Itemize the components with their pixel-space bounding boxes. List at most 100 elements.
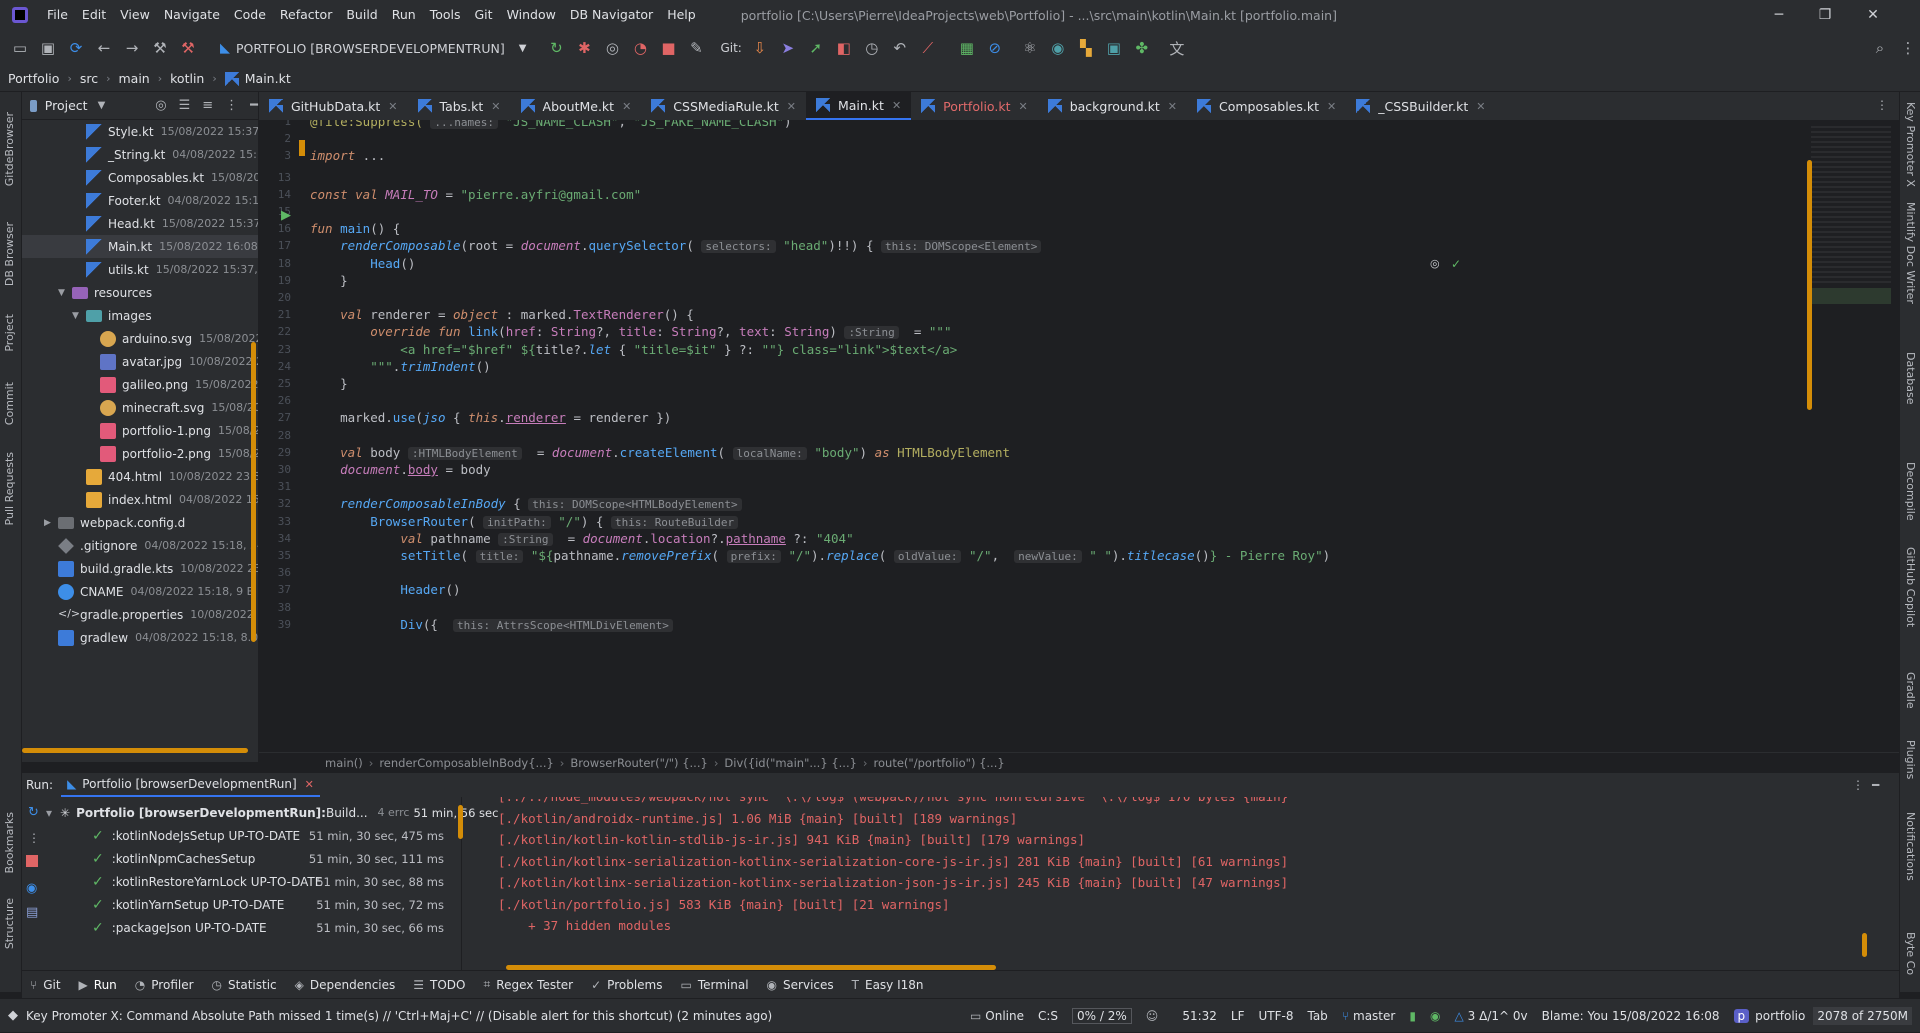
project-tree-item[interactable]: gradlew 04/08/2022 15:18, 8.07 kB 03/08/2… <box>22 626 258 649</box>
indent-setting[interactable]: Tab <box>1307 1009 1327 1023</box>
copilot-icon[interactable]: ☺ <box>1146 1009 1159 1023</box>
close-tab-icon[interactable]: ✕ <box>892 99 901 112</box>
coverage-icon[interactable]: ◎ <box>601 37 623 59</box>
editor-tab[interactable]: Composables.kt ✕ <box>1187 92 1346 120</box>
close-tab-icon[interactable]: ✕ <box>1476 100 1485 113</box>
close-tab-icon[interactable]: ✕ <box>491 100 500 113</box>
editor-tab[interactable]: CSSMediaRule.kt ✕ <box>641 92 806 120</box>
online-status[interactable]: Online <box>985 1009 1024 1023</box>
console-line[interactable]: [./kotlin/androidx-runtime.js] 1.06 MiB … <box>498 811 1017 832</box>
project-tree-item[interactable]: Composables.kt 15/08/2022 15:37, <box>22 166 258 189</box>
debug-bug-icon[interactable]: ✱ <box>573 37 595 59</box>
project-tree-item[interactable]: utils.kt 15/08/2022 15:37, 550 B 10/ <box>22 258 258 281</box>
vtab-gitdebrowser[interactable]: GitdeBrowser <box>3 112 16 186</box>
vtab-bookmarks[interactable]: Bookmarks <box>3 812 16 873</box>
project-tree-item[interactable]: CNAME 04/08/2022 15:18, 9 B <box>22 580 258 603</box>
git-update-icon[interactable]: ⇩ <box>749 37 771 59</box>
git-branch[interactable]: master <box>1353 1009 1395 1023</box>
run-task-row[interactable]: ✓:kotlinRestoreYarnLock UP-TO-DATE 51 min… <box>92 870 456 893</box>
code-editor[interactable]: 1 2 3 13 14 15 16 17 18 19 20 21 22 23 24 25 26 27 28 29 30 3… <box>259 120 1899 752</box>
project-tree-item[interactable]: minecraft.svg15/08/2022 15:37 <box>22 396 258 419</box>
toolwindow-easy-i18n[interactable]: T Easy I18n <box>852 978 924 992</box>
run-tab-portfolio[interactable]: ◣ Portfolio [browserDevelopmentRun] ✕ <box>61 773 320 797</box>
code-line[interactable]: } <box>310 270 348 291</box>
code-line[interactable]: import ... <box>310 145 385 166</box>
plugin-puzzle-icon[interactable]: ✤ <box>1131 37 1153 59</box>
locate-file-icon[interactable]: ◎ <box>155 98 166 113</box>
sync-icon[interactable]: ⟳ <box>65 37 87 59</box>
breadcrumb-item[interactable]: src <box>80 71 98 86</box>
toolwindow-git[interactable]: ⑂ Git <box>30 978 61 992</box>
vcs-counts[interactable]: 3 Δ/1^ 0v <box>1468 1009 1528 1023</box>
vtab-gradle[interactable]: Gradle <box>1904 672 1917 709</box>
file-encoding[interactable]: UTF-8 <box>1259 1009 1294 1023</box>
chart-icon[interactable]: ▦ <box>956 37 978 59</box>
run-gutter-icon[interactable]: ▶ <box>281 208 291 223</box>
no-entry-icon[interactable]: ⊘ <box>984 37 1006 59</box>
close-tab-icon[interactable]: ✕ <box>1018 100 1027 113</box>
git-rollback-icon[interactable]: ↶ <box>889 37 911 59</box>
console-line[interactable]: [../../node_modules/webpack/hot sync ^\.… <box>498 797 1288 810</box>
toolwindow-terminal[interactable]: ▭ Terminal <box>680 978 748 992</box>
project-tree-item[interactable]: Style.kt 15/08/2022 15:37, 5.69 k <box>22 120 258 143</box>
close-tab-icon[interactable]: ✕ <box>305 778 314 791</box>
project-tree-item[interactable]: avatar.jpg 10/08/2022 23:33, 35 <box>22 350 258 373</box>
console-line[interactable]: [./kotlin/kotlinx-serialization-kotlinx-… <box>498 875 1288 896</box>
search-icon[interactable]: ⌕ <box>1869 37 1891 59</box>
project-tree-item[interactable]: portfolio-2.png15/08/2022 17 <box>22 442 258 465</box>
expand-all-icon[interactable]: ☰ <box>179 98 191 113</box>
breadcrumb-item[interactable]: Main.kt <box>245 71 291 86</box>
more-vertical-icon[interactable]: ⋮ <box>1852 778 1864 792</box>
forward-icon[interactable]: → <box>121 37 143 59</box>
project-name[interactable]: portfolio <box>1755 1009 1805 1023</box>
project-tree-item[interactable]: ▶ webpack.config.d <box>22 511 258 534</box>
toolwindow-problems[interactable]: ✓ Problems <box>591 978 662 992</box>
code-minimap[interactable] <box>1803 120 1899 752</box>
project-tree-item[interactable]: Main.kt 15/08/2022 16:08, 1.35 kB 1 <box>22 235 258 258</box>
vtab-decompile[interactable]: Decompile <box>1904 462 1917 521</box>
lock-icon[interactable]: ▮ <box>1409 1009 1416 1023</box>
editor-tab[interactable]: Tabs.kt ✕ <box>408 92 511 120</box>
project-tree-item[interactable]: Footer.kt 04/08/2022 15:18, 3.58 kE <box>22 189 258 212</box>
run-task-row[interactable]: ✓:kotlinNpmCachesSetup 51 min, 30 sec, 11… <box>92 847 456 870</box>
device-icon[interactable]: ▣ <box>1103 37 1125 59</box>
project-tree-item[interactable]: build.gradle.kts 10/08/2022 23:33, 1.01 k… <box>22 557 258 580</box>
git-history-icon[interactable]: ◷ <box>861 37 883 59</box>
breadcrumb-item[interactable]: main <box>119 71 150 86</box>
code-line[interactable]: @file:Suppress( ...names: "JS_NAME_CLASH… <box>310 120 792 132</box>
code-breadcrumb-item[interactable]: Div({id("main"...} {...} <box>724 756 857 770</box>
status-message[interactable]: Key Promoter X: Command Absolute Path mi… <box>26 1009 772 1023</box>
run-console[interactable]: [../../node_modules/webpack/hot sync ^\.… <box>470 797 1870 971</box>
close-tab-icon[interactable]: ✕ <box>388 100 397 113</box>
vtab-plugins[interactable]: Plugins <box>1904 740 1917 779</box>
project-tree-item[interactable]: </>gradle.properties 10/08/2022 23:33, 22… <box>22 603 258 626</box>
menu-view[interactable]: View <box>113 0 157 30</box>
chevron-down-icon[interactable]: ▼ <box>72 311 86 321</box>
run-tree-scrollbar[interactable] <box>458 805 463 839</box>
project-tree-item[interactable]: _String.kt 04/08/2022 15:18, 166 B 0 <box>22 143 258 166</box>
vtab-mintlify-doc-writer[interactable]: Mintlify Doc Writer <box>1904 202 1917 304</box>
project-tree-item[interactable]: arduino.svg 15/08/2022 15:37, <box>22 327 258 350</box>
console-line[interactable]: [./kotlin/kotlin-kotlin-stdlib-js-ir.js]… <box>498 832 1085 853</box>
run-tree-root[interactable]: ▾ ✳ Portfolio [browserDevelopmentRun]: Bui… <box>46 801 498 824</box>
editor-tab[interactable]: AboutMe.kt ✕ <box>511 92 642 120</box>
console-line[interactable]: [./kotlin/portfolio.js] 583 KiB {main} [… <box>498 897 950 918</box>
project-panel-title[interactable]: Project <box>45 98 88 113</box>
menu-window[interactable]: Window <box>500 0 563 30</box>
toolwindow-services[interactable]: ◉ Services <box>767 978 834 992</box>
code-line[interactable]: setTitle( title: "${pathname.removePrefi… <box>310 545 1330 566</box>
vtab-db-browser[interactable]: DB Browser <box>3 222 16 286</box>
chevron-down-icon[interactable]: ▾ <box>46 806 52 820</box>
menu-help[interactable]: Help <box>660 0 703 30</box>
git-push-icon[interactable]: ➚ <box>805 37 827 59</box>
vtab-commit[interactable]: Commit <box>3 382 16 425</box>
toolwindow-regex-tester[interactable]: ⌗ Regex Tester <box>484 977 574 992</box>
code-line[interactable]: marked.use(jso { this.renderer = rendere… <box>310 407 671 428</box>
menu-tools[interactable]: Tools <box>423 0 468 30</box>
rerun-icon[interactable]: ↻ <box>545 37 567 59</box>
collapse-all-icon[interactable]: ≡ <box>202 98 213 113</box>
tasks-icon[interactable]: ◉ <box>1430 1009 1440 1023</box>
save-all-icon[interactable]: ▣ <box>37 37 59 59</box>
vtab-byte-code[interactable]: Byte Co <box>1904 932 1917 975</box>
project-tree-item[interactable]: galileo.png 15/08/2022 15:37, <box>22 373 258 396</box>
